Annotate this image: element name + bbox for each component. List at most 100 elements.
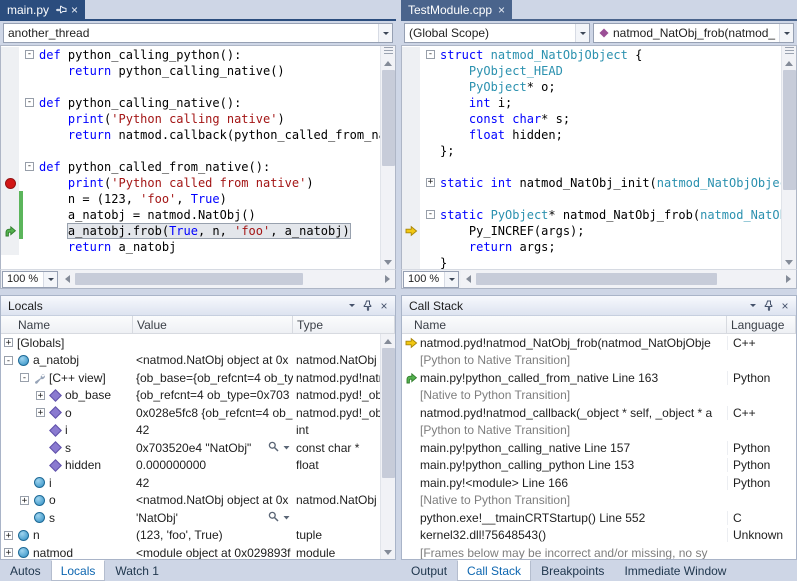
code-line[interactable]: int i; bbox=[402, 95, 781, 111]
column-header-type[interactable]: Type bbox=[293, 316, 395, 333]
scrollbar-thumb[interactable] bbox=[783, 70, 796, 190]
column-header-language[interactable]: Language bbox=[727, 316, 796, 333]
callstack-annotation-row[interactable]: [Native to Python Transition] bbox=[402, 387, 796, 405]
tab-testmodule-cpp[interactable]: TestModule.cpp bbox=[401, 0, 512, 19]
fold-toggle-icon[interactable]: - bbox=[426, 210, 435, 219]
locals-titlebar[interactable]: Locals bbox=[1, 296, 395, 316]
column-header-name[interactable]: Name bbox=[1, 316, 133, 333]
collapse-icon[interactable]: - bbox=[20, 373, 29, 382]
locals-row[interactable]: +natmod<module object at 0x029893fmodule bbox=[1, 544, 380, 559]
collapse-icon[interactable]: - bbox=[4, 356, 13, 365]
code-line[interactable]: const char* s; bbox=[402, 111, 781, 127]
code-editor-cpp[interactable]: -struct natmod_NatObjObject { PyObject_H… bbox=[402, 46, 781, 269]
locals-row[interactable]: +[Globals] bbox=[1, 334, 380, 352]
locals-row[interactable]: +o<natmod.NatObj object at 0xnatmod.NatO… bbox=[1, 492, 380, 510]
code-line[interactable]: PyObject_HEAD bbox=[402, 63, 781, 79]
scroll-up-icon[interactable] bbox=[381, 56, 396, 70]
tool-tab-locals[interactable]: Locals bbox=[51, 560, 106, 581]
fold-toggle-icon[interactable]: - bbox=[426, 50, 435, 59]
expand-icon[interactable]: + bbox=[36, 408, 45, 417]
code-line[interactable]: print('Python calling native') bbox=[1, 111, 380, 127]
zoom-dropdown[interactable]: 100 % bbox=[2, 271, 58, 288]
scroll-left-icon[interactable] bbox=[461, 272, 476, 286]
callstack-frame-row[interactable]: main.py!<module> Line 166Python bbox=[402, 474, 796, 492]
code-line[interactable]: -struct natmod_NatObjObject { bbox=[402, 47, 781, 63]
chevron-down-icon[interactable] bbox=[575, 24, 589, 42]
locals-row[interactable]: hidden0.000000000float bbox=[1, 457, 380, 475]
scroll-right-icon[interactable] bbox=[380, 272, 395, 286]
scroll-down-icon[interactable] bbox=[381, 545, 396, 559]
locals-row[interactable]: i42 bbox=[1, 474, 380, 492]
code-line[interactable]: -static PyObject* natmod_NatObj_frob(nat… bbox=[402, 207, 781, 223]
callstack-annotation-row[interactable]: [Python to Native Transition] bbox=[402, 422, 796, 440]
code-line[interactable]: n = (123, 'foo', True) bbox=[1, 191, 380, 207]
scrollbar-splitter-grip[interactable] bbox=[384, 47, 393, 55]
column-header-value[interactable]: Value bbox=[133, 316, 293, 333]
chevron-down-icon[interactable] bbox=[378, 24, 392, 42]
scrollbar-splitter-grip[interactable] bbox=[785, 47, 794, 55]
callstack-frame-row[interactable]: natmod.pyd!natmod_NatObj_frob(natmod_Nat… bbox=[402, 334, 796, 352]
magnifier-icon[interactable] bbox=[268, 511, 279, 525]
code-line[interactable]: a_natobj.frob(True, n, 'foo', a_natobj) bbox=[1, 223, 380, 239]
tool-tab-autos[interactable]: Autos bbox=[0, 560, 51, 581]
scroll-up-icon[interactable] bbox=[782, 56, 797, 70]
code-line[interactable]: -def python_calling_python(): bbox=[1, 47, 380, 63]
close-icon[interactable] bbox=[376, 298, 392, 313]
callstack-frame-row[interactable]: natmod.pyd!natmod_callback(_object * sel… bbox=[402, 404, 796, 422]
code-line[interactable]: -def python_called_from_native(): bbox=[1, 159, 380, 175]
tool-tab-call-stack[interactable]: Call Stack bbox=[457, 560, 531, 581]
code-line[interactable] bbox=[402, 159, 781, 175]
current-frame-icon[interactable] bbox=[402, 372, 420, 384]
horizontal-scrollbar[interactable] bbox=[461, 270, 796, 288]
code-line[interactable] bbox=[1, 143, 380, 159]
scroll-down-icon[interactable] bbox=[782, 255, 797, 269]
code-line[interactable]: a_natobj = natmod.NatObj() bbox=[1, 207, 380, 223]
dropdown-icon[interactable] bbox=[282, 511, 291, 525]
callstack-annotation-row[interactable]: [Frames below may be incorrect and/or mi… bbox=[402, 544, 796, 559]
navigation-dropdown[interactable]: another_thread bbox=[3, 23, 393, 43]
code-line[interactable]: Py_INCREF(args); bbox=[402, 223, 781, 239]
zoom-dropdown[interactable]: 100 % bbox=[403, 271, 459, 288]
code-line[interactable]: }; bbox=[402, 143, 781, 159]
tool-tab-output[interactable]: Output bbox=[401, 560, 457, 581]
code-line[interactable]: PyObject* o; bbox=[402, 79, 781, 95]
expand-icon[interactable]: + bbox=[36, 391, 45, 400]
code-viewport-python[interactable]: -def python_calling_python(): return pyt… bbox=[0, 45, 396, 269]
fold-toggle-icon[interactable]: - bbox=[25, 162, 34, 171]
close-icon[interactable] bbox=[498, 5, 505, 15]
locals-row[interactable]: +o0x028e5fc8 {ob_refcnt=4 ob_natmod.pyd!… bbox=[1, 404, 380, 422]
window-menu-icon[interactable] bbox=[745, 298, 761, 313]
callstack-annotation-row[interactable]: [Python to Native Transition] bbox=[402, 352, 796, 370]
code-line[interactable]: +static int natmod_NatObj_init(natmod_Na… bbox=[402, 175, 781, 191]
tool-tab-breakpoints[interactable]: Breakpoints bbox=[531, 560, 614, 581]
locals-row[interactable]: i42int bbox=[1, 422, 380, 440]
current-statement-icon[interactable] bbox=[402, 223, 420, 239]
tool-tab-watch-1[interactable]: Watch 1 bbox=[105, 560, 169, 581]
code-line[interactable] bbox=[1, 79, 380, 95]
callstack-frame-row[interactable]: main.py!python_called_from_native Line 1… bbox=[402, 369, 796, 387]
vertical-scrollbar[interactable] bbox=[380, 46, 395, 269]
scrollbar-thumb[interactable] bbox=[476, 273, 717, 285]
locals-row[interactable]: s0x703520e4 "NatObj"const char * bbox=[1, 439, 380, 457]
scroll-right-icon[interactable] bbox=[781, 272, 796, 286]
callstack-annotation-row[interactable]: [Native to Python Transition] bbox=[402, 492, 796, 510]
breakpoint-icon[interactable] bbox=[1, 175, 19, 191]
scrollbar-thumb[interactable] bbox=[382, 348, 395, 478]
chevron-down-icon[interactable] bbox=[444, 272, 458, 287]
code-line[interactable]: -def python_calling_native(): bbox=[1, 95, 380, 111]
pin-icon[interactable] bbox=[360, 298, 376, 313]
vertical-scrollbar[interactable] bbox=[781, 46, 796, 269]
scroll-left-icon[interactable] bbox=[60, 272, 75, 286]
pin-icon[interactable] bbox=[761, 298, 777, 313]
pin-icon[interactable] bbox=[53, 5, 67, 15]
code-line[interactable]: return args; bbox=[402, 239, 781, 255]
scroll-up-icon[interactable] bbox=[381, 334, 396, 348]
fold-toggle-icon[interactable]: + bbox=[426, 178, 435, 187]
current-frame-icon[interactable] bbox=[1, 223, 19, 239]
locals-row[interactable]: +ob_base{ob_refcnt=4 ob_type=0x703natmod… bbox=[1, 387, 380, 405]
magnifier-icon[interactable] bbox=[268, 441, 279, 455]
code-line[interactable] bbox=[402, 191, 781, 207]
scrollbar-thumb[interactable] bbox=[382, 70, 395, 166]
member-dropdown[interactable]: natmod_NatObj_frob(natmod_ bbox=[593, 23, 794, 43]
callstack-titlebar[interactable]: Call Stack bbox=[402, 296, 796, 316]
